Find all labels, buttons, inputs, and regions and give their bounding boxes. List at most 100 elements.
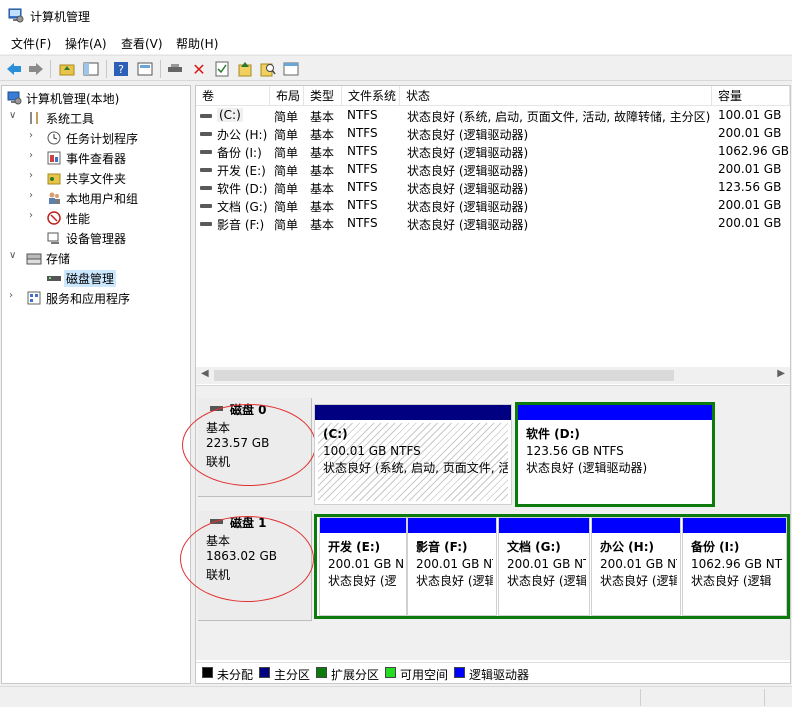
forward-icon[interactable]: [27, 60, 45, 78]
col-status[interactable]: 状态: [400, 86, 712, 106]
services-icon: [26, 290, 42, 306]
computer-management-icon: [8, 8, 24, 23]
shared-folder-icon: [46, 170, 62, 186]
table-row[interactable]: 影音 (F:) 简单 基本 NTFS 状态良好 (逻辑驱动器) 200.01 G…: [196, 215, 790, 233]
storage-icon: [26, 250, 42, 266]
logical-drive-bar: [592, 518, 680, 533]
chevron-right-icon[interactable]: ›: [29, 150, 39, 161]
volume-icon: [200, 222, 212, 226]
volume-icon: [200, 186, 212, 190]
table-row[interactable]: 开发 (E:) 简单 基本 NTFS 状态良好 (逻辑驱动器) 200.01 G…: [196, 161, 790, 179]
legend-swatch: [259, 667, 270, 678]
chevron-right-icon[interactable]: ›: [29, 170, 39, 181]
menu-view[interactable]: 查看(V): [121, 35, 163, 52]
disk-icon: [46, 270, 62, 286]
disk-management-pane: 卷 布局 类型 文件系统 状态 容量 (C:) 简单 基本 NTFS 状态良好 …: [180, 85, 791, 684]
partition-h[interactable]: 办公 (H:) 200.01 GB NT 状态良好 (逻辑: [591, 517, 681, 616]
col-type[interactable]: 类型: [304, 86, 342, 106]
legend-swatch: [385, 667, 396, 678]
legend: 未分配 主分区 扩展分区 可用空间 逻辑驱动器: [196, 662, 790, 683]
logical-drive-bar: [683, 518, 786, 533]
users-icon: [46, 190, 62, 206]
console-icon[interactable]: [282, 60, 300, 78]
delete-icon[interactable]: ✕: [190, 60, 208, 79]
export-icon[interactable]: [236, 60, 254, 78]
partition-e[interactable]: 开发 (E:) 200.01 GB N 状态良好 (逻: [319, 517, 407, 616]
legend-swatch: [454, 667, 465, 678]
annotation-circle: [180, 516, 314, 602]
toolbar: ? ✕: [0, 55, 792, 81]
tools-icon: [26, 110, 42, 126]
volume-icon: [200, 168, 212, 172]
volume-icon: [200, 150, 212, 154]
up-folder-icon[interactable]: [58, 60, 76, 78]
partition-c[interactable]: (C:) 100.01 GB NTFS 状态良好 (系统, 启动, 页面文件, …: [314, 404, 512, 505]
logical-drive-bar: [499, 518, 589, 533]
event-viewer-icon: [46, 150, 62, 166]
volume-icon: [200, 114, 212, 118]
logical-drive-bar: [408, 518, 496, 533]
help-icon[interactable]: ?: [112, 60, 130, 78]
chevron-right-icon[interactable]: ›: [29, 190, 39, 201]
col-capacity[interactable]: 容量: [712, 86, 790, 106]
table-row[interactable]: 备份 (I:) 简单 基本 NTFS 状态良好 (逻辑驱动器) 1062.96 …: [196, 143, 790, 161]
partition-body: 办公 (H:) 200.01 GB NT 状态良好 (逻辑: [600, 540, 677, 588]
partition-f[interactable]: 影音 (F:) 200.01 GB NT 状态良好 (逻辑: [407, 517, 497, 616]
window-title: 计算机管理: [30, 10, 91, 24]
svg-text:?: ?: [118, 63, 124, 76]
legend-swatch: [316, 667, 327, 678]
partition-body: (C:) 100.01 GB NTFS 状态良好 (系统, 启动, 页面文件, …: [318, 423, 508, 501]
horizontal-scrollbar[interactable]: ◀ ▶: [196, 367, 790, 384]
navigation-tree: 计算机管理(本地) ∨ 系统工具 › 任务计划程序 › 事件查看器 › 共享文件…: [1, 85, 191, 684]
logical-drive-bar: [518, 405, 712, 420]
table-row[interactable]: 文档 (G:) 简单 基本 NTFS 状态良好 (逻辑驱动器) 200.01 G…: [196, 197, 790, 215]
col-layout[interactable]: 布局: [270, 86, 304, 106]
partition-body: 开发 (E:) 200.01 GB N 状态良好 (逻: [328, 540, 403, 588]
chevron-down-icon[interactable]: ∨: [9, 110, 19, 121]
status-bar: [0, 686, 792, 707]
table-row[interactable]: (C:) 简单 基本 NTFS 状态良好 (系统, 启动, 页面文件, 活动, …: [196, 107, 790, 125]
title-bar: 计算机管理: [0, 0, 792, 32]
annotation-circle: [182, 404, 316, 486]
back-icon[interactable]: [5, 60, 23, 78]
menu-file[interactable]: 文件(F): [11, 35, 51, 52]
computer-management-icon: [6, 90, 22, 106]
show-hide-tree-icon[interactable]: [82, 60, 100, 78]
connect-icon[interactable]: [166, 60, 184, 78]
scrollbar-thumb[interactable]: [214, 370, 674, 381]
partition-d[interactable]: 软件 (D:) 123.56 GB NTFS 状态良好 (逻辑驱动器): [515, 402, 715, 507]
computer-management-window: 计算机管理 文件(F) 操作(A) 查看(V) 帮助(H) ? ✕ 计算机管理(…: [0, 0, 792, 707]
chevron-right-icon[interactable]: ›: [9, 290, 19, 301]
logical-drive-bar: [320, 518, 406, 533]
partition-body: 文档 (G:) 200.01 GB NT 状态良好 (逻辑: [507, 540, 586, 588]
chevron-right-icon[interactable]: ›: [29, 130, 39, 141]
search-icon[interactable]: [259, 60, 277, 78]
properties-icon[interactable]: [136, 60, 154, 78]
disk-graphical-view: 磁盘 0 基本 223.57 GB 联机 (C:) 100.01 GB NTFS…: [180, 385, 790, 660]
menu-bar: 文件(F) 操作(A) 查看(V) 帮助(H): [0, 32, 792, 54]
col-volume[interactable]: 卷: [196, 86, 270, 106]
scroll-left-icon[interactable]: ◀: [201, 368, 209, 379]
menu-action[interactable]: 操作(A): [65, 35, 107, 52]
partition-i[interactable]: 备份 (I:) 1062.96 GB NT 状态良好 (逻辑: [682, 517, 787, 616]
volume-icon: [200, 132, 212, 136]
menu-help[interactable]: 帮助(H): [176, 35, 218, 52]
chevron-down-icon[interactable]: ∨: [9, 250, 19, 261]
partition-body: 备份 (I:) 1062.96 GB NT 状态良好 (逻辑: [691, 540, 783, 588]
volume-icon: [200, 204, 212, 208]
partition-body: 影音 (F:) 200.01 GB NT 状态良好 (逻辑: [416, 540, 493, 588]
legend-swatch: [202, 667, 213, 678]
device-manager-icon: [46, 230, 62, 246]
volume-table-header: 卷 布局 类型 文件系统 状态 容量: [196, 86, 790, 106]
performance-icon: [46, 210, 62, 226]
check-icon[interactable]: [213, 60, 231, 78]
col-filesystem[interactable]: 文件系统: [342, 86, 400, 106]
primary-partition-bar: [315, 405, 511, 420]
clock-icon: [46, 130, 62, 146]
partition-body: 软件 (D:) 123.56 GB NTFS 状态良好 (逻辑驱动器): [526, 427, 648, 475]
chevron-right-icon[interactable]: ›: [29, 210, 39, 221]
table-row[interactable]: 软件 (D:) 简单 基本 NTFS 状态良好 (逻辑驱动器) 123.56 G…: [196, 179, 790, 197]
partition-g[interactable]: 文档 (G:) 200.01 GB NT 状态良好 (逻辑: [498, 517, 590, 616]
scroll-right-icon[interactable]: ▶: [777, 368, 785, 379]
table-row[interactable]: 办公 (H:) 简单 基本 NTFS 状态良好 (逻辑驱动器) 200.01 G…: [196, 125, 790, 143]
